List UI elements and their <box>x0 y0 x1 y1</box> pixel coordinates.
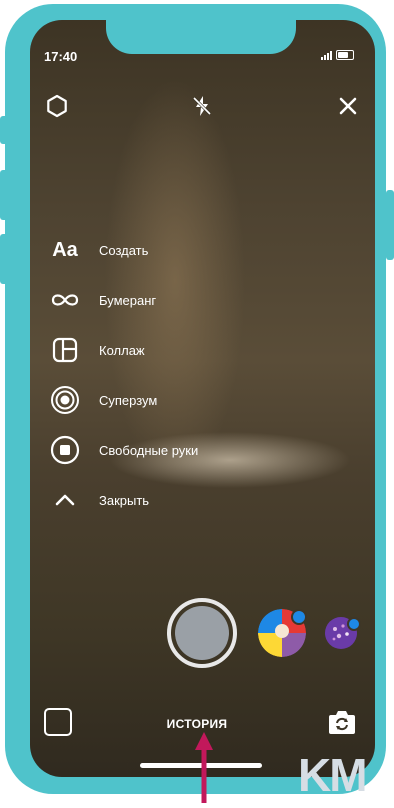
pointer-arrow-icon <box>195 732 213 808</box>
close-icon[interactable] <box>339 97 357 120</box>
menu-item-label: Суперзум <box>99 392 158 408</box>
menu-item-collage[interactable]: Коллаж <box>45 332 145 368</box>
menu-item-create[interactable]: Aa Создать <box>45 232 148 268</box>
infinity-icon <box>45 282 85 318</box>
notch <box>106 4 296 54</box>
phone-side-button <box>386 190 394 260</box>
menu-item-hands-free[interactable]: Свободные руки <box>45 432 198 468</box>
shutter-inner <box>175 606 229 660</box>
menu-item-label: Бумеранг <box>99 292 157 308</box>
menu-item-label: Закрыть <box>99 492 150 508</box>
watermark-logo: KM <box>298 749 368 801</box>
menu-item-label: Создать <box>99 242 149 258</box>
menu-item-superzoom[interactable]: Суперзум <box>45 382 157 418</box>
shutter-button[interactable] <box>167 598 237 668</box>
superzoom-icon <box>45 382 85 418</box>
menu-item-boomerang[interactable]: Бумеранг <box>45 282 156 318</box>
effect-new-dot <box>347 617 361 631</box>
hands-free-icon <box>45 432 85 468</box>
signal-icon <box>321 50 332 60</box>
layout-icon <box>45 332 85 368</box>
battery-icon <box>336 50 354 60</box>
menu-item-label: Свободные руки <box>99 442 199 458</box>
menu-item-label: Коллаж <box>99 342 145 358</box>
gear-icon[interactable] <box>45 94 69 123</box>
phone-side-button <box>0 170 8 220</box>
phone-side-button <box>0 116 8 144</box>
flip-camera-icon[interactable] <box>327 708 357 736</box>
chevron-up-icon <box>45 482 85 518</box>
effect-new-dot <box>291 609 307 625</box>
phone-side-button <box>0 234 8 284</box>
flash-off-icon[interactable] <box>190 94 214 123</box>
status-icons <box>321 50 354 60</box>
text-aa-icon: Aa <box>52 238 78 261</box>
menu-item-close[interactable]: Закрыть <box>45 482 149 518</box>
status-time: 17:40 <box>44 49 78 64</box>
